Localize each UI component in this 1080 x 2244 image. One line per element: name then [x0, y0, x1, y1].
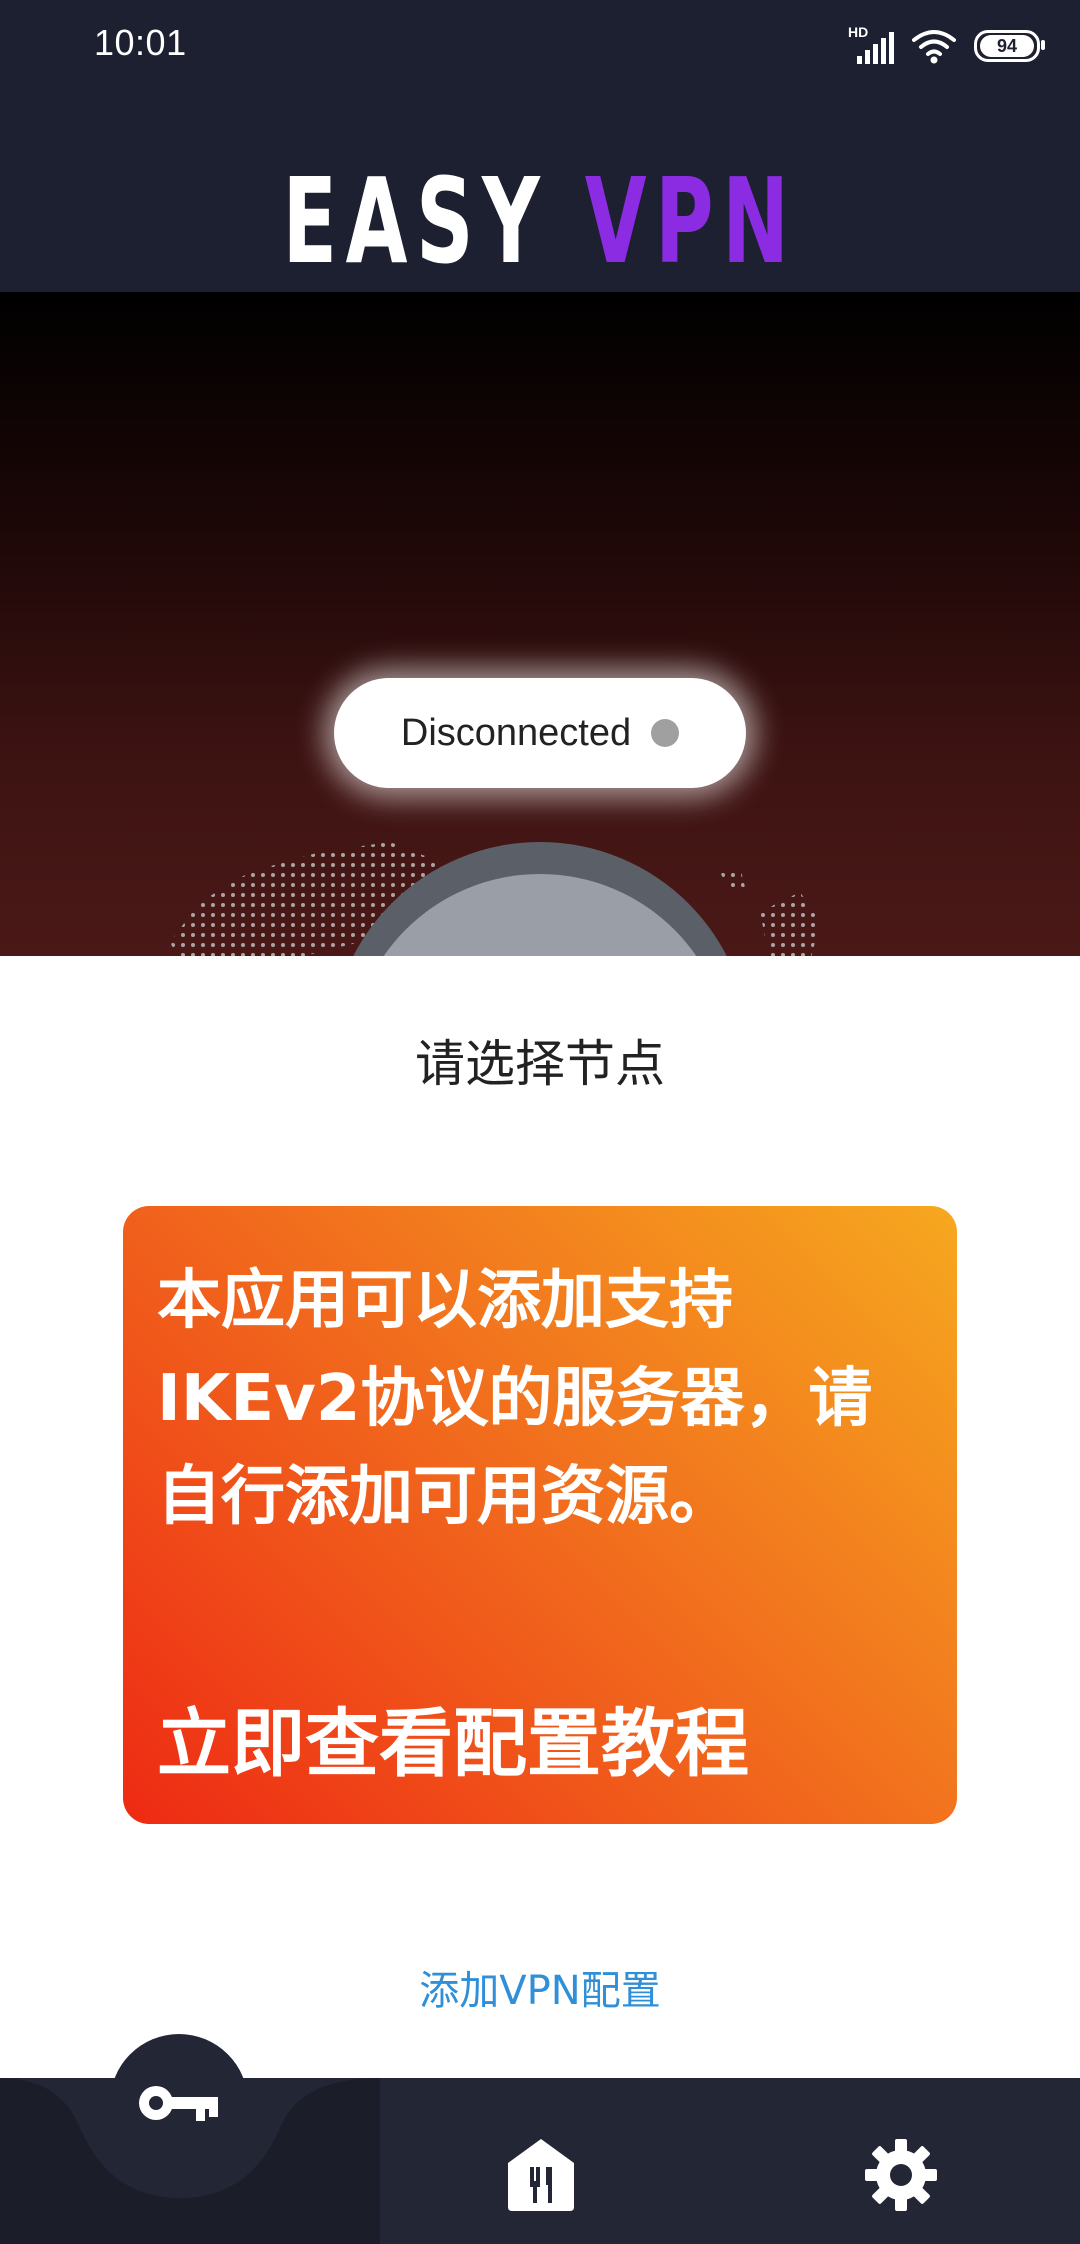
status-dot-icon: [651, 719, 680, 747]
add-vpn-config-link[interactable]: 添加VPN配置: [0, 1958, 1080, 2016]
key-icon: [139, 2086, 218, 2121]
battery-level: 94: [980, 35, 1034, 57]
wifi-icon: [912, 30, 956, 64]
promo-line: IKEv2协议的服务器，请: [157, 1362, 873, 1436]
promo-line: 自行添加可用资源。: [157, 1460, 733, 1534]
connection-status-pill: Disconnected: [334, 678, 746, 788]
app-header: 10:01 HD 94 EASY VPN: [0, 0, 1080, 292]
battery-icon: 94: [974, 30, 1045, 62]
restaurant-icon: [508, 2139, 574, 2211]
cell-signal-icon: HD: [848, 24, 894, 66]
nav-key-button[interactable]: [110, 2034, 248, 2172]
logo-easy: EASY: [282, 154, 549, 291]
gear-icon: [865, 2139, 937, 2211]
nav-settings-button[interactable]: [856, 2130, 946, 2220]
status-time: 10:01: [94, 22, 187, 63]
logo-vpn: VPN: [584, 154, 798, 291]
connection-status-text: Disconnected: [400, 711, 632, 754]
connection-hero: Disconnected: [0, 292, 1080, 956]
tutorial-link[interactable]: 立即查看配置教程: [157, 1684, 749, 1791]
promo-line: 本应用可以添加支持: [157, 1264, 733, 1338]
app-logo: EASY VPN: [81, 154, 999, 290]
promo-text: 本应用可以添加支持 IKEv2协议的服务器，请 自行添加可用资源。: [157, 1252, 917, 1546]
nav-services-button[interactable]: [496, 2130, 586, 2220]
select-node-button[interactable]: 请选择节点: [0, 1024, 1080, 1096]
promo-banner[interactable]: 本应用可以添加支持 IKEv2协议的服务器，请 自行添加可用资源。 立即查看配置…: [123, 1206, 957, 1824]
status-icons: HD 94: [848, 22, 1045, 70]
